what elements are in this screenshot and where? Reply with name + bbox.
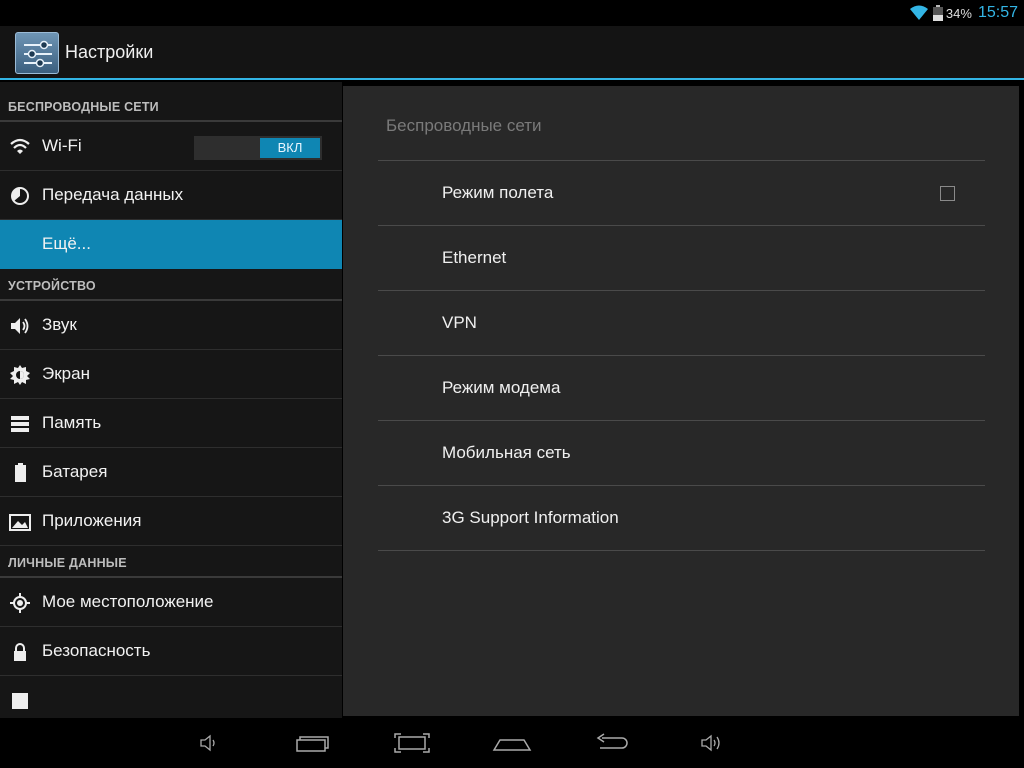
sidebar-item-location[interactable]: Мое местоположение: [0, 578, 342, 627]
pref-label: VPN: [442, 313, 477, 332]
settings-sidebar: БЕСПРОВОДНЫЕ СЕТИ Wi-Fi ВКЛ Передача дан…: [0, 82, 342, 718]
settings-app-icon[interactable]: [15, 32, 59, 74]
sidebar-item-label: Звук: [42, 315, 77, 334]
sidebar-item-partial[interactable]: [0, 676, 342, 718]
pref-label: Ethernet: [442, 248, 507, 267]
sidebar-item-storage[interactable]: Память: [0, 399, 342, 448]
battery-percent: 34%: [945, 5, 972, 21]
pref-label: Режим модема: [442, 378, 561, 397]
sidebar-item-apps[interactable]: Приложения: [0, 497, 342, 546]
sidebar-item-label: Батарея: [42, 462, 108, 481]
volume-up-icon[interactable]: [692, 728, 732, 758]
sidebar-item-wifi[interactable]: Wi-Fi ВКЛ: [0, 122, 342, 171]
sidebar-item-sound[interactable]: Звук: [0, 301, 342, 350]
pref-label: Мобильная сеть: [442, 443, 571, 462]
pref-ethernet[interactable]: Ethernet: [378, 226, 985, 291]
pref-mobile-network[interactable]: Мобильная сеть: [378, 421, 985, 486]
section-header-label: БЕСПРОВОДНЫЕ СЕТИ: [8, 100, 159, 114]
sidebar-item-label: Экран: [42, 364, 90, 383]
lock-icon: [14, 643, 26, 661]
wifi-icon: [10, 138, 30, 154]
screenshot-icon[interactable]: [392, 728, 432, 758]
clock: 15:57: [977, 4, 1018, 21]
detail-pane-title: Беспроводные сети: [386, 116, 542, 135]
sidebar-item-label: Мое местоположение: [42, 592, 214, 611]
battery-icon: [15, 463, 26, 482]
sidebar-item-label: Wi-Fi: [42, 136, 82, 155]
status-icons: 34% 15:57: [909, 3, 1018, 23]
apps-icon: [9, 514, 31, 531]
pref-airplane-mode[interactable]: Режим полета: [378, 161, 985, 226]
sidebar-item-label: Память: [42, 413, 102, 432]
pref-label: Режим полета: [442, 183, 554, 202]
pref-3g-support[interactable]: 3G Support Information: [378, 486, 985, 551]
section-header-wireless: БЕСПРОВОДНЫЕ СЕТИ: [0, 82, 342, 122]
wifi-icon: [909, 5, 928, 20]
sidebar-item-display[interactable]: Экран: [0, 350, 342, 399]
sidebar-item-label: Передача данных: [42, 185, 184, 204]
pref-label: 3G Support Information: [442, 508, 619, 527]
display-icon: [10, 365, 30, 385]
pref-vpn[interactable]: VPN: [378, 291, 985, 356]
battery-icon: [932, 5, 943, 21]
sound-icon: [11, 318, 29, 334]
sidebar-item-more[interactable]: Ещё...: [0, 220, 342, 269]
section-header-personal: ЛИЧНЫЕ ДАННЫЕ: [0, 546, 342, 578]
sidebar-item-label: Безопасность: [42, 641, 151, 660]
wifi-toggle[interactable]: ВКЛ: [194, 136, 322, 160]
airplane-mode-checkbox[interactable]: [940, 186, 955, 201]
recent-apps-icon[interactable]: [292, 728, 332, 758]
location-icon: [10, 593, 30, 613]
section-header-label: УСТРОЙСТВО: [8, 279, 96, 293]
sidebar-item-label: Приложения: [42, 511, 142, 530]
section-header-device: УСТРОЙСТВО: [0, 269, 342, 301]
sidebar-item-label: Ещё...: [42, 234, 91, 253]
volume-down-icon[interactable]: [190, 728, 230, 758]
sidebar-item-battery[interactable]: Батарея: [0, 448, 342, 497]
detail-pane: Беспроводные сети Режим полета Ethernet …: [343, 86, 1019, 716]
page-title: Настройки: [65, 42, 154, 62]
sidebar-item-security[interactable]: Безопасность: [0, 627, 342, 676]
preference-list: Режим полета Ethernet VPN Режим модема М…: [378, 160, 985, 551]
sidebar-item-data-usage[interactable]: Передача данных: [0, 171, 342, 220]
action-bar: Настройки: [0, 26, 1024, 80]
data-usage-icon: [11, 187, 29, 205]
wifi-toggle-on: ВКЛ: [260, 138, 320, 158]
section-header-label: ЛИЧНЫЕ ДАННЫЕ: [8, 556, 127, 570]
home-icon[interactable]: [492, 728, 532, 758]
language-icon: [12, 693, 28, 709]
pref-tethering[interactable]: Режим модема: [378, 356, 985, 421]
back-icon[interactable]: [592, 728, 632, 758]
storage-icon: [11, 416, 29, 432]
navigation-bar: [0, 718, 1024, 768]
status-bar: 34% 15:57: [0, 0, 1024, 26]
